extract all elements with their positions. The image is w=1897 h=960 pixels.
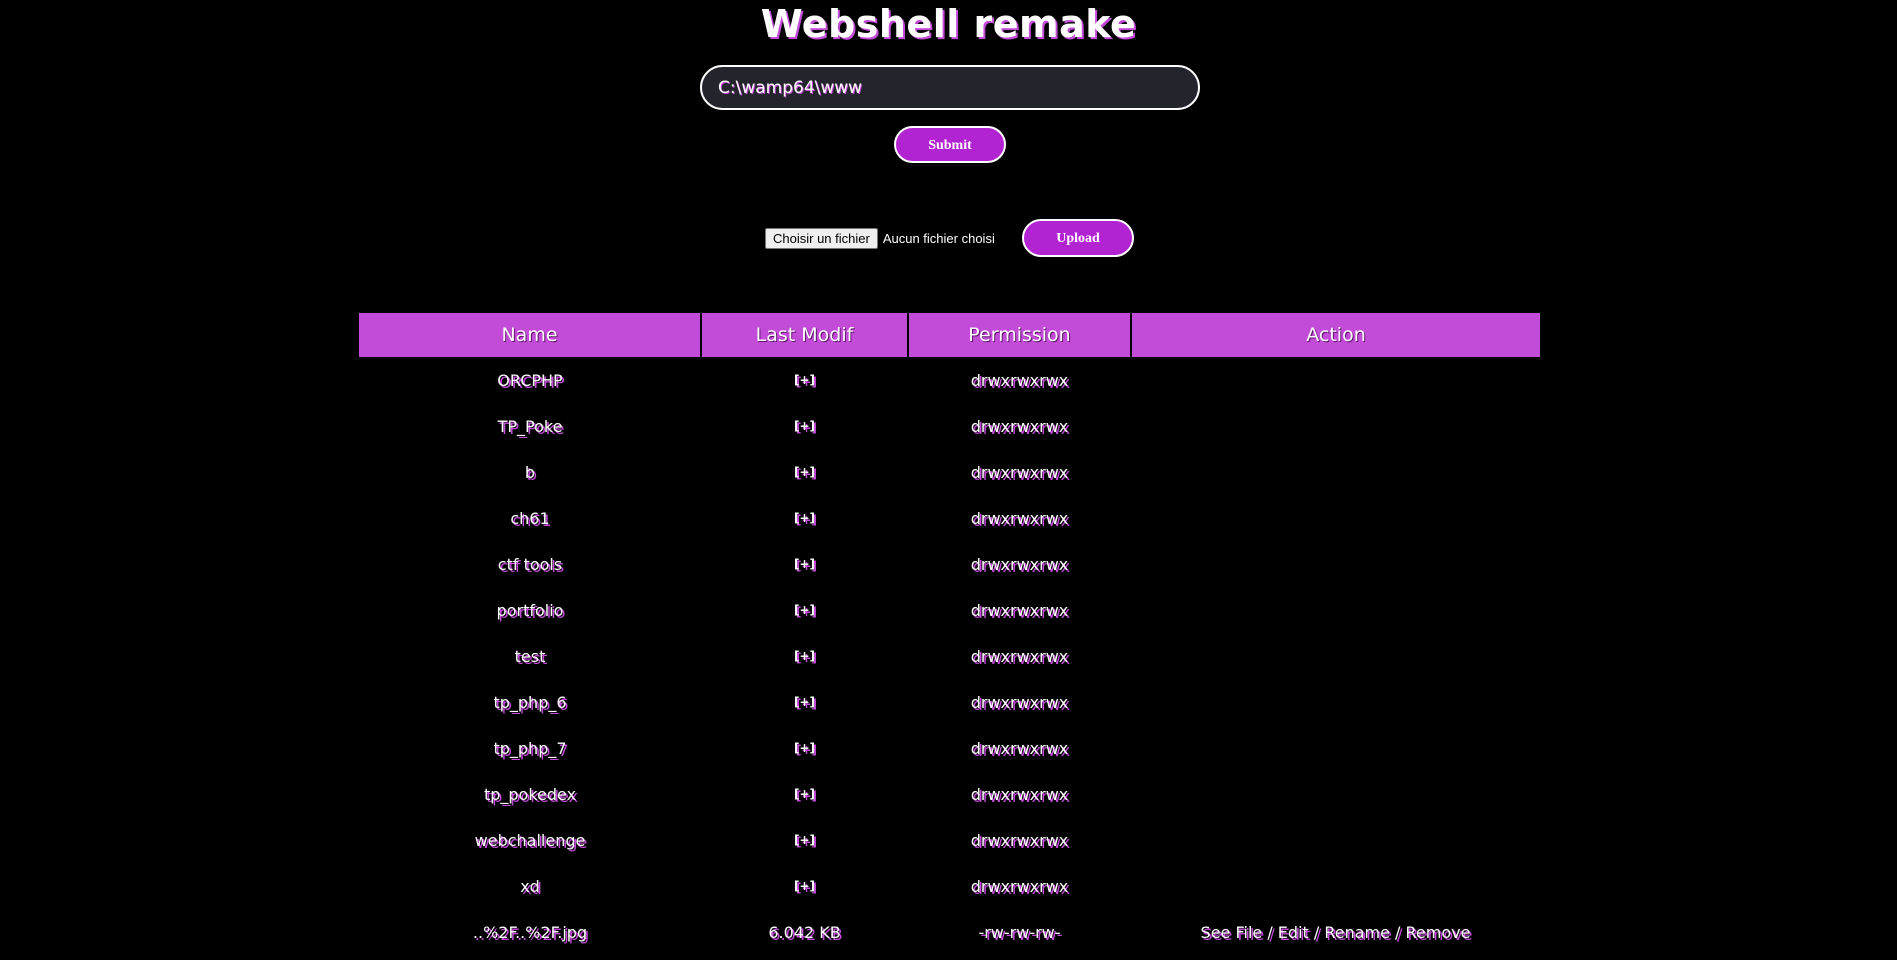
file-name[interactable]: xd <box>359 863 701 909</box>
actions-cell <box>1131 679 1540 725</box>
file-size: 6.042 KB <box>768 922 841 942</box>
table-row: b [+] drwxrwxrwx <box>359 449 1540 495</box>
column-header-permission: Permission <box>907 313 1131 357</box>
table-row: ..%2F..%2F.jpg 6.042 KB -rw-rw-rw- See F… <box>359 909 1540 955</box>
last-modif: [+] <box>793 419 816 433</box>
page-title: Webshell remake <box>760 2 1137 46</box>
permission: drwxrwxrwx <box>970 830 1069 850</box>
file-name[interactable]: ch61 <box>359 495 701 541</box>
file-name: ..%2F..%2F.jpg <box>472 922 588 942</box>
file-name[interactable]: ctf tools <box>359 541 701 587</box>
table-row: webchallenge [+] drwxrwxrwx <box>359 817 1540 863</box>
remove-link[interactable]: Remove <box>1406 923 1471 942</box>
choose-file-button[interactable]: Choisir un fichier <box>765 227 878 249</box>
permission: drwxrwxrwx <box>970 600 1069 620</box>
rename-link[interactable]: Rename <box>1324 923 1390 942</box>
file-name[interactable]: b <box>359 449 701 495</box>
last-modif: [+] <box>793 833 816 847</box>
table-row: tp_php_7 [+] drwxrwxrwx <box>359 725 1540 771</box>
table-row: ch61 [+] drwxrwxrwx <box>359 495 1540 541</box>
permission: drwxrwxrwx <box>970 784 1069 804</box>
file-name[interactable]: ORCPHP <box>359 357 701 403</box>
permission: drwxrwxrwx <box>970 554 1069 574</box>
file-name[interactable]: tp_php_7 <box>359 725 701 771</box>
column-header-action: Action <box>1130 313 1540 357</box>
last-modif: [+] <box>793 879 816 893</box>
file-name[interactable]: test <box>359 633 701 679</box>
actions-cell <box>1131 495 1540 541</box>
actions-cell <box>1131 403 1540 449</box>
actions-cell <box>1131 863 1540 909</box>
table-header-row: Name Last Modif Permission Action <box>359 313 1540 357</box>
actions-cell <box>1131 633 1540 679</box>
permission: drwxrwxrwx <box>970 692 1069 712</box>
table-row: TP_Poke [+] drwxrwxrwx <box>359 403 1540 449</box>
file-name[interactable]: portfolio <box>359 587 701 633</box>
edit-link[interactable]: Edit <box>1278 923 1309 942</box>
file-chooser: Choisir un fichier Aucun fichier choisi <box>765 227 995 249</box>
table-row: xd [+] drwxrwxrwx <box>359 863 1540 909</box>
permission: drwxrwxrwx <box>970 738 1069 758</box>
actions-cell <box>1131 541 1540 587</box>
actions-cell <box>1131 587 1540 633</box>
last-modif: [+] <box>793 465 816 479</box>
column-header-name: Name <box>359 313 701 357</box>
permission: drwxrwxrwx <box>970 462 1069 482</box>
table-row: portfolio [+] drwxrwxrwx <box>359 587 1540 633</box>
permission: -rw-rw-rw- <box>978 922 1061 942</box>
table-row: tp_php_6 [+] drwxrwxrwx <box>359 679 1540 725</box>
actions-cell <box>1131 449 1540 495</box>
file-name[interactable]: tp_php_6 <box>359 679 701 725</box>
action-separator: / <box>1262 922 1278 942</box>
actions-cell <box>1131 725 1540 771</box>
file-name[interactable]: TP_Poke <box>359 403 701 449</box>
upload-button[interactable]: Upload <box>1022 219 1134 257</box>
permission: drwxrwxrwx <box>970 370 1069 390</box>
table-row: ORCPHP [+] drwxrwxrwx <box>359 357 1540 403</box>
file-name[interactable]: tp_pokedex <box>359 771 701 817</box>
file-name[interactable]: webchallenge <box>359 817 701 863</box>
permission: drwxrwxrwx <box>970 508 1069 528</box>
last-modif: [+] <box>793 373 816 387</box>
action-separator: / <box>1389 922 1406 942</box>
permission: drwxrwxrwx <box>970 646 1069 666</box>
actions-cell <box>1131 357 1540 403</box>
last-modif: [+] <box>793 787 816 801</box>
action-separator: / <box>1308 922 1325 942</box>
last-modif: [+] <box>793 741 816 755</box>
last-modif: [+] <box>793 557 816 571</box>
actions-cell: See File / Edit / Rename / Remove <box>1131 909 1540 955</box>
table-row: test [+] drwxrwxrwx <box>359 633 1540 679</box>
table-row: ctf tools [+] drwxrwxrwx <box>359 541 1540 587</box>
permission: drwxrwxrwx <box>970 876 1069 896</box>
no-file-selected-text: Aucun fichier choisi <box>882 230 995 246</box>
see-file-link[interactable]: See File <box>1201 923 1263 942</box>
last-modif: [+] <box>793 603 816 617</box>
file-table: Name Last Modif Permission Action ORCPHP… <box>359 313 1540 955</box>
actions-cell <box>1131 771 1540 817</box>
actions-cell <box>1131 817 1540 863</box>
submit-button[interactable]: Submit <box>894 126 1006 163</box>
last-modif: [+] <box>793 649 816 663</box>
permission: drwxrwxrwx <box>970 416 1069 436</box>
path-input[interactable] <box>700 65 1200 110</box>
table-row: tp_pokedex [+] drwxrwxrwx <box>359 771 1540 817</box>
column-header-last-modif: Last Modif <box>700 313 908 357</box>
last-modif: [+] <box>793 695 816 709</box>
last-modif: [+] <box>793 511 816 525</box>
